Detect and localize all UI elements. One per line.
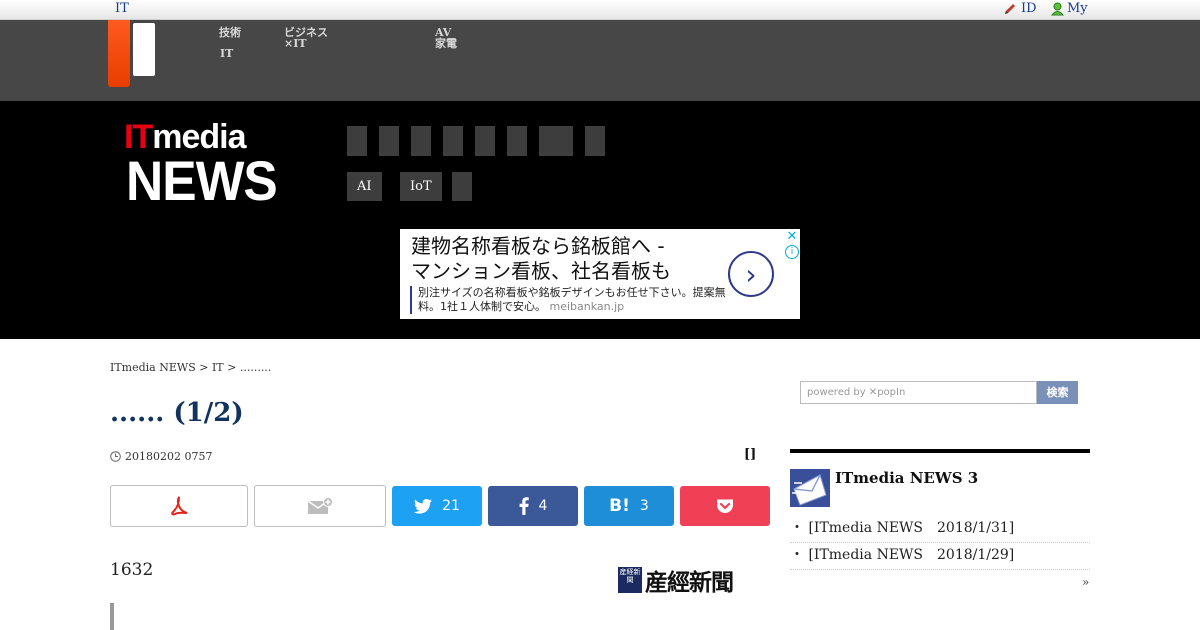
- global-nav: [0, 20, 1200, 101]
- ad-headline-2: マンション看板、社名看板も: [411, 259, 671, 283]
- sankei-name: 産經新聞: [645, 570, 734, 596]
- nav-item-tech[interactable]: 技術: [219, 27, 241, 38]
- category-tab[interactable]: [411, 126, 431, 156]
- sidebar-divider: [790, 449, 1090, 453]
- id-label: ID: [1021, 1, 1037, 16]
- chevron-right-icon[interactable]: ›: [728, 251, 774, 297]
- category-tab[interactable]: [443, 126, 463, 156]
- category-tab[interactable]: [507, 126, 527, 156]
- advertisement[interactable]: 建物名称看板なら銘板館へ - マンション看板、社名看板も 別注サイズの名称看板や…: [400, 229, 800, 319]
- info-icon[interactable]: i: [785, 245, 799, 259]
- tag-iot[interactable]: IoT: [400, 172, 442, 201]
- pdf-icon: [171, 496, 188, 516]
- article-date: 20180202 0757: [110, 450, 212, 463]
- category-tab[interactable]: [585, 126, 605, 156]
- mail-share-button[interactable]: [254, 485, 386, 527]
- nav-item-av-sub: 家電: [435, 37, 457, 50]
- my-label: My: [1067, 1, 1088, 16]
- search-button[interactable]: 検索: [1037, 381, 1078, 404]
- twitter-share-button[interactable]: 21: [392, 486, 482, 526]
- quote-bar: [110, 603, 114, 630]
- itmedia-brand-logo[interactable]: [108, 20, 130, 87]
- sankei-source-logo[interactable]: 産経新聞 産經新聞: [618, 563, 734, 597]
- ad-domain: meibankan.jp: [549, 300, 625, 313]
- list-item[interactable]: ・ [ITmedia NEWS 2018/1/29]: [790, 540, 1090, 570]
- nav-item-business[interactable]: ビジネス ×IT: [284, 27, 328, 49]
- clock-icon: [110, 451, 121, 462]
- pdf-button[interactable]: [110, 485, 248, 527]
- news-logo[interactable]: NEWS: [126, 152, 278, 210]
- mail-plus-icon: [307, 497, 333, 514]
- nav-item-it[interactable]: IT: [220, 48, 233, 59]
- nav-item-av[interactable]: AV 家電: [435, 27, 457, 49]
- tag-ai[interactable]: AI: [347, 172, 382, 201]
- category-tab[interactable]: [539, 126, 573, 156]
- hatena-bookmark-button[interactable]: B! 3: [584, 486, 674, 526]
- twitter-icon: [414, 498, 433, 514]
- category-tab[interactable]: [347, 126, 367, 156]
- nav-item-it-label: IT: [220, 47, 234, 60]
- newsletter-title[interactable]: ITmedia NEWS 3: [835, 469, 978, 487]
- category-tab[interactable]: [475, 126, 495, 156]
- hatena-icon: B!: [609, 496, 630, 516]
- ad-description: 別注サイズの名称看板や銘板デザインもお任せ下さい。提案無料。1社１人体制で安心。…: [418, 286, 738, 314]
- category-tab[interactable]: [379, 126, 399, 156]
- hatena-count: 3: [639, 498, 649, 514]
- pocket-button[interactable]: [680, 486, 770, 526]
- close-icon[interactable]: ✕: [784, 229, 800, 244]
- site-link[interactable]: IT: [115, 1, 129, 16]
- sankei-mark: 産経新聞: [618, 567, 642, 593]
- ad-divider: [410, 286, 412, 314]
- utility-bar: IT ID My: [0, 0, 1200, 20]
- page-title: ...... (1/2): [110, 398, 244, 428]
- article-date-text: 20180202 0757: [125, 450, 213, 463]
- nav-item-tech-label: 技術: [219, 26, 241, 39]
- article-lead: 1632: [110, 560, 154, 580]
- nav-item-business-sub: ×IT: [284, 37, 307, 50]
- facebook-count: 4: [538, 498, 548, 514]
- tag-more[interactable]: [452, 172, 472, 201]
- pencil-icon: [1005, 3, 1015, 14]
- newsletter-mail-icon: [790, 469, 830, 507]
- facebook-icon: [519, 497, 529, 515]
- ad-headline-1: 建物名称看板なら銘板館へ -: [411, 234, 665, 258]
- list-item[interactable]: ・ [ITmedia NEWS 2018/1/31]: [790, 513, 1090, 543]
- itmedia-brand-logo-white: [133, 23, 155, 76]
- twitter-count: 21: [442, 498, 460, 514]
- breadcrumb[interactable]: ITmedia NEWS > IT > .........: [110, 361, 271, 374]
- site-search: powered by ✕popIn 検索: [800, 381, 1078, 404]
- comment-link[interactable]: []: [744, 447, 756, 462]
- search-input[interactable]: powered by ✕popIn: [800, 381, 1037, 404]
- facebook-share-button[interactable]: 4: [488, 486, 578, 526]
- id-link[interactable]: ID: [1003, 1, 1037, 16]
- user-icon: [1051, 2, 1064, 15]
- my-link[interactable]: My: [1051, 1, 1088, 16]
- pocket-icon: [717, 499, 733, 513]
- more-link[interactable]: »: [1082, 575, 1089, 589]
